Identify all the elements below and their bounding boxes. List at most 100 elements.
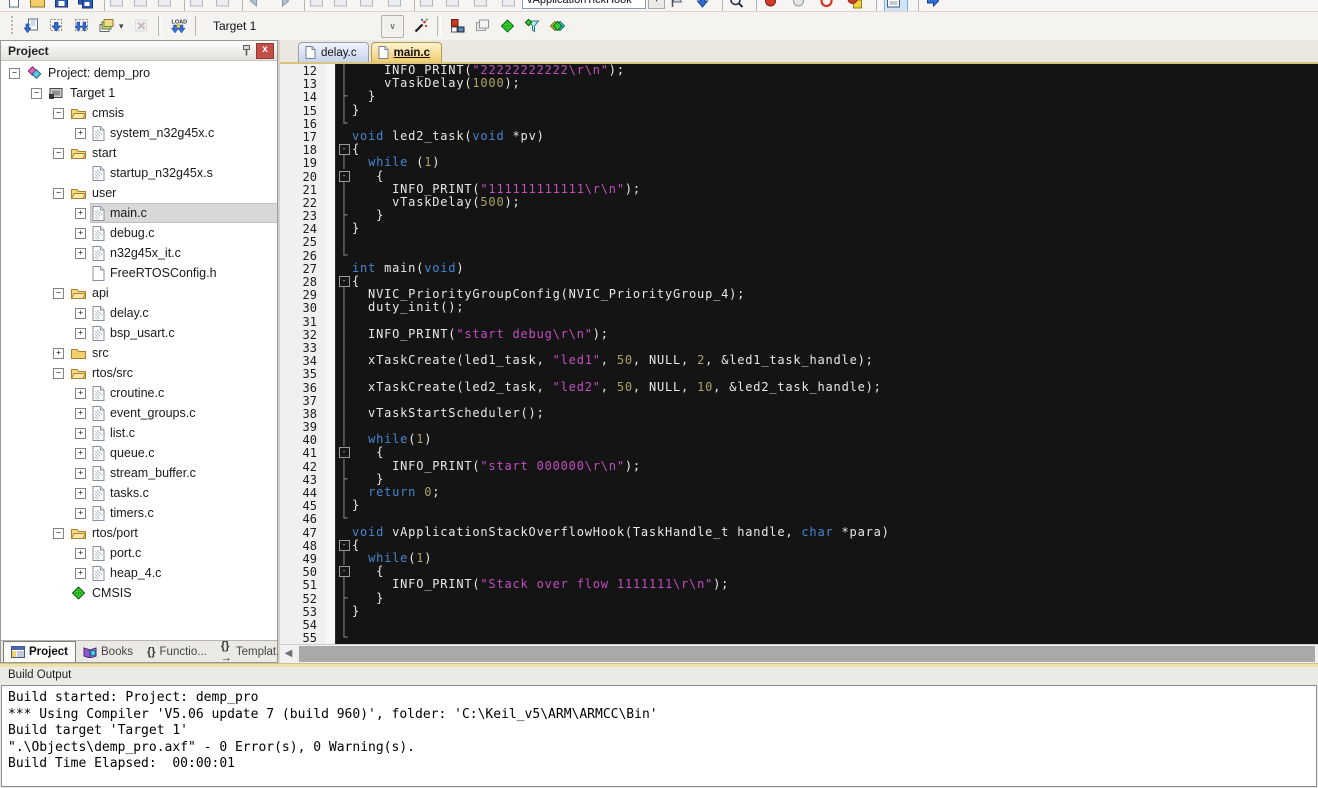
indent-icon[interactable] xyxy=(418,0,435,10)
bookmark-margin[interactable] xyxy=(326,367,336,381)
expander-plus-icon[interactable]: + xyxy=(75,247,86,259)
bookmark-prev-icon[interactable] xyxy=(332,0,349,10)
tree-item-cmsis[interactable]: CMSIS xyxy=(1,583,277,603)
tree-item-queue-c[interactable]: + queue.c xyxy=(1,443,277,463)
bookmark-margin[interactable] xyxy=(326,354,336,368)
bookmark-margin[interactable] xyxy=(326,538,336,552)
expander-plus-icon[interactable]: + xyxy=(75,227,86,239)
bookmark-margin[interactable] xyxy=(326,420,336,434)
bookmark-margin[interactable] xyxy=(326,156,336,170)
bookmark-margin[interactable] xyxy=(326,604,336,618)
tree-item-bsp-usart-c[interactable]: + bsp_usart.c xyxy=(1,323,277,343)
bookmark-margin[interactable] xyxy=(326,459,336,473)
target-combobox[interactable]: Target 1 xyxy=(203,15,381,37)
bookmark-margin[interactable] xyxy=(326,551,336,566)
tree-item-debug-c[interactable]: + debug.c xyxy=(1,223,277,243)
tree-item-tasks-c[interactable]: + tasks.c xyxy=(1,483,277,503)
expander-plus-icon[interactable]: + xyxy=(75,447,86,459)
cut-icon[interactable] xyxy=(108,0,125,10)
bookmark-margin[interactable] xyxy=(326,103,336,117)
bookmark-margin[interactable] xyxy=(326,340,336,355)
expander-plus-icon[interactable]: + xyxy=(75,127,86,139)
pin-icon[interactable] xyxy=(238,44,254,58)
panel-tab-functio[interactable]: {} Functio... xyxy=(140,641,214,662)
expander-minus-icon[interactable]: − xyxy=(53,147,64,159)
bookmark-margin[interactable] xyxy=(326,433,336,447)
tree-item-api[interactable]: − api xyxy=(1,283,277,303)
tree-item-user[interactable]: − user xyxy=(1,183,277,203)
manage-books-button[interactable] xyxy=(470,14,495,38)
bookmark-clear-icon[interactable] xyxy=(386,0,403,10)
fold-collapse-icon[interactable]: - xyxy=(336,539,352,552)
tree-item-target-1[interactable]: − Target 1 xyxy=(1,83,277,103)
forward-arrow-icon[interactable] xyxy=(924,0,941,10)
bookmark-margin[interactable] xyxy=(326,512,336,526)
target-combobox-arrow-icon[interactable]: ∨ xyxy=(381,14,404,38)
bookmark-margin[interactable] xyxy=(326,182,336,196)
expander-minus-icon[interactable]: − xyxy=(9,67,20,79)
tree-item-src[interactable]: + src xyxy=(1,343,277,363)
bookmark-margin[interactable] xyxy=(326,631,336,645)
expander-plus-icon[interactable]: + xyxy=(75,307,86,319)
expander-plus-icon[interactable]: + xyxy=(75,487,86,499)
scroll-left-icon[interactable]: ◀ xyxy=(280,646,297,662)
breakpoint-kill-icon[interactable] xyxy=(818,0,835,10)
expander-minus-icon[interactable]: − xyxy=(53,367,64,379)
memory-window-icon[interactable] xyxy=(884,0,908,11)
pack-installer-button[interactable] xyxy=(545,14,570,38)
bookmark-margin[interactable] xyxy=(326,169,336,183)
bookmark-margin[interactable] xyxy=(326,77,336,91)
expander-plus-icon[interactable]: + xyxy=(75,407,86,419)
bookmark-next-icon[interactable] xyxy=(358,0,375,10)
bookmark-margin[interactable] xyxy=(326,235,336,249)
nav-back-icon[interactable] xyxy=(246,0,263,10)
bookmark-margin[interactable] xyxy=(326,143,336,157)
panel-tab-books[interactable]: Books xyxy=(76,641,140,662)
copy-icon[interactable] xyxy=(132,0,149,10)
expander-minus-icon[interactable]: − xyxy=(53,107,64,119)
bookmark-margin[interactable] xyxy=(326,222,336,236)
fold-collapse-icon[interactable]: - xyxy=(336,170,352,183)
tree-item-rtos-port[interactable]: − rtos/port xyxy=(1,523,277,543)
toolbar-grip[interactable] xyxy=(10,16,14,36)
expander-minus-icon[interactable]: − xyxy=(53,187,64,199)
bookmark-margin[interactable] xyxy=(326,209,336,223)
tree-item-event-groups-c[interactable]: + event_groups.c xyxy=(1,403,277,423)
tree-item-freertosconfig-h[interactable]: FreeRTOSConfig.h xyxy=(1,263,277,283)
tree-item-list-c[interactable]: + list.c xyxy=(1,423,277,443)
batch-build-button[interactable] xyxy=(94,14,119,38)
down-arrow-icon[interactable] xyxy=(694,0,711,10)
breakpoint-icon[interactable] xyxy=(762,0,779,10)
panel-tab-project[interactable]: Project xyxy=(3,641,76,662)
close-icon[interactable]: x xyxy=(256,42,274,59)
bookmark-margin[interactable] xyxy=(326,288,336,302)
symbol-combobox-arrow-icon[interactable]: ▾ xyxy=(648,0,665,9)
uncomment-icon[interactable] xyxy=(500,0,517,10)
expander-plus-icon[interactable]: + xyxy=(75,547,86,559)
expander-minus-icon[interactable]: − xyxy=(31,87,42,99)
expander-plus-icon[interactable]: + xyxy=(75,427,86,439)
tree-item-timers-c[interactable]: + timers.c xyxy=(1,503,277,523)
download-button[interactable]: LOAD xyxy=(166,14,191,38)
tree-item-stream-buffer-c[interactable]: + stream_buffer.c xyxy=(1,463,277,483)
outdent-icon[interactable] xyxy=(444,0,461,10)
bookmark-margin[interactable] xyxy=(326,90,336,104)
tree-item-delay-c[interactable]: + delay.c xyxy=(1,303,277,323)
paste-icon[interactable] xyxy=(156,0,173,10)
tree-item-main-c[interactable]: + main.c xyxy=(1,203,277,223)
editor-tab-delay-c[interactable]: delay.c xyxy=(298,42,369,62)
build-button[interactable] xyxy=(44,14,69,38)
bookmark-margin[interactable] xyxy=(326,565,336,579)
tree-item-n32g45x-it-c[interactable]: + n32g45x_it.c xyxy=(1,243,277,263)
expander-plus-icon[interactable]: + xyxy=(75,507,86,519)
expander-plus-icon[interactable]: + xyxy=(53,347,64,359)
bookmark-margin[interactable] xyxy=(326,195,336,210)
scrollbar-thumb[interactable] xyxy=(299,646,1315,662)
tree-item-port-c[interactable]: + port.c xyxy=(1,543,277,563)
select-packs-button[interactable] xyxy=(520,14,545,38)
bookmark-margin[interactable] xyxy=(326,406,336,421)
bookmark-margin[interactable] xyxy=(326,446,336,460)
rebuild-button[interactable] xyxy=(69,14,94,38)
expander-plus-icon[interactable]: + xyxy=(75,567,86,579)
stop-build-button[interactable] xyxy=(129,14,154,38)
